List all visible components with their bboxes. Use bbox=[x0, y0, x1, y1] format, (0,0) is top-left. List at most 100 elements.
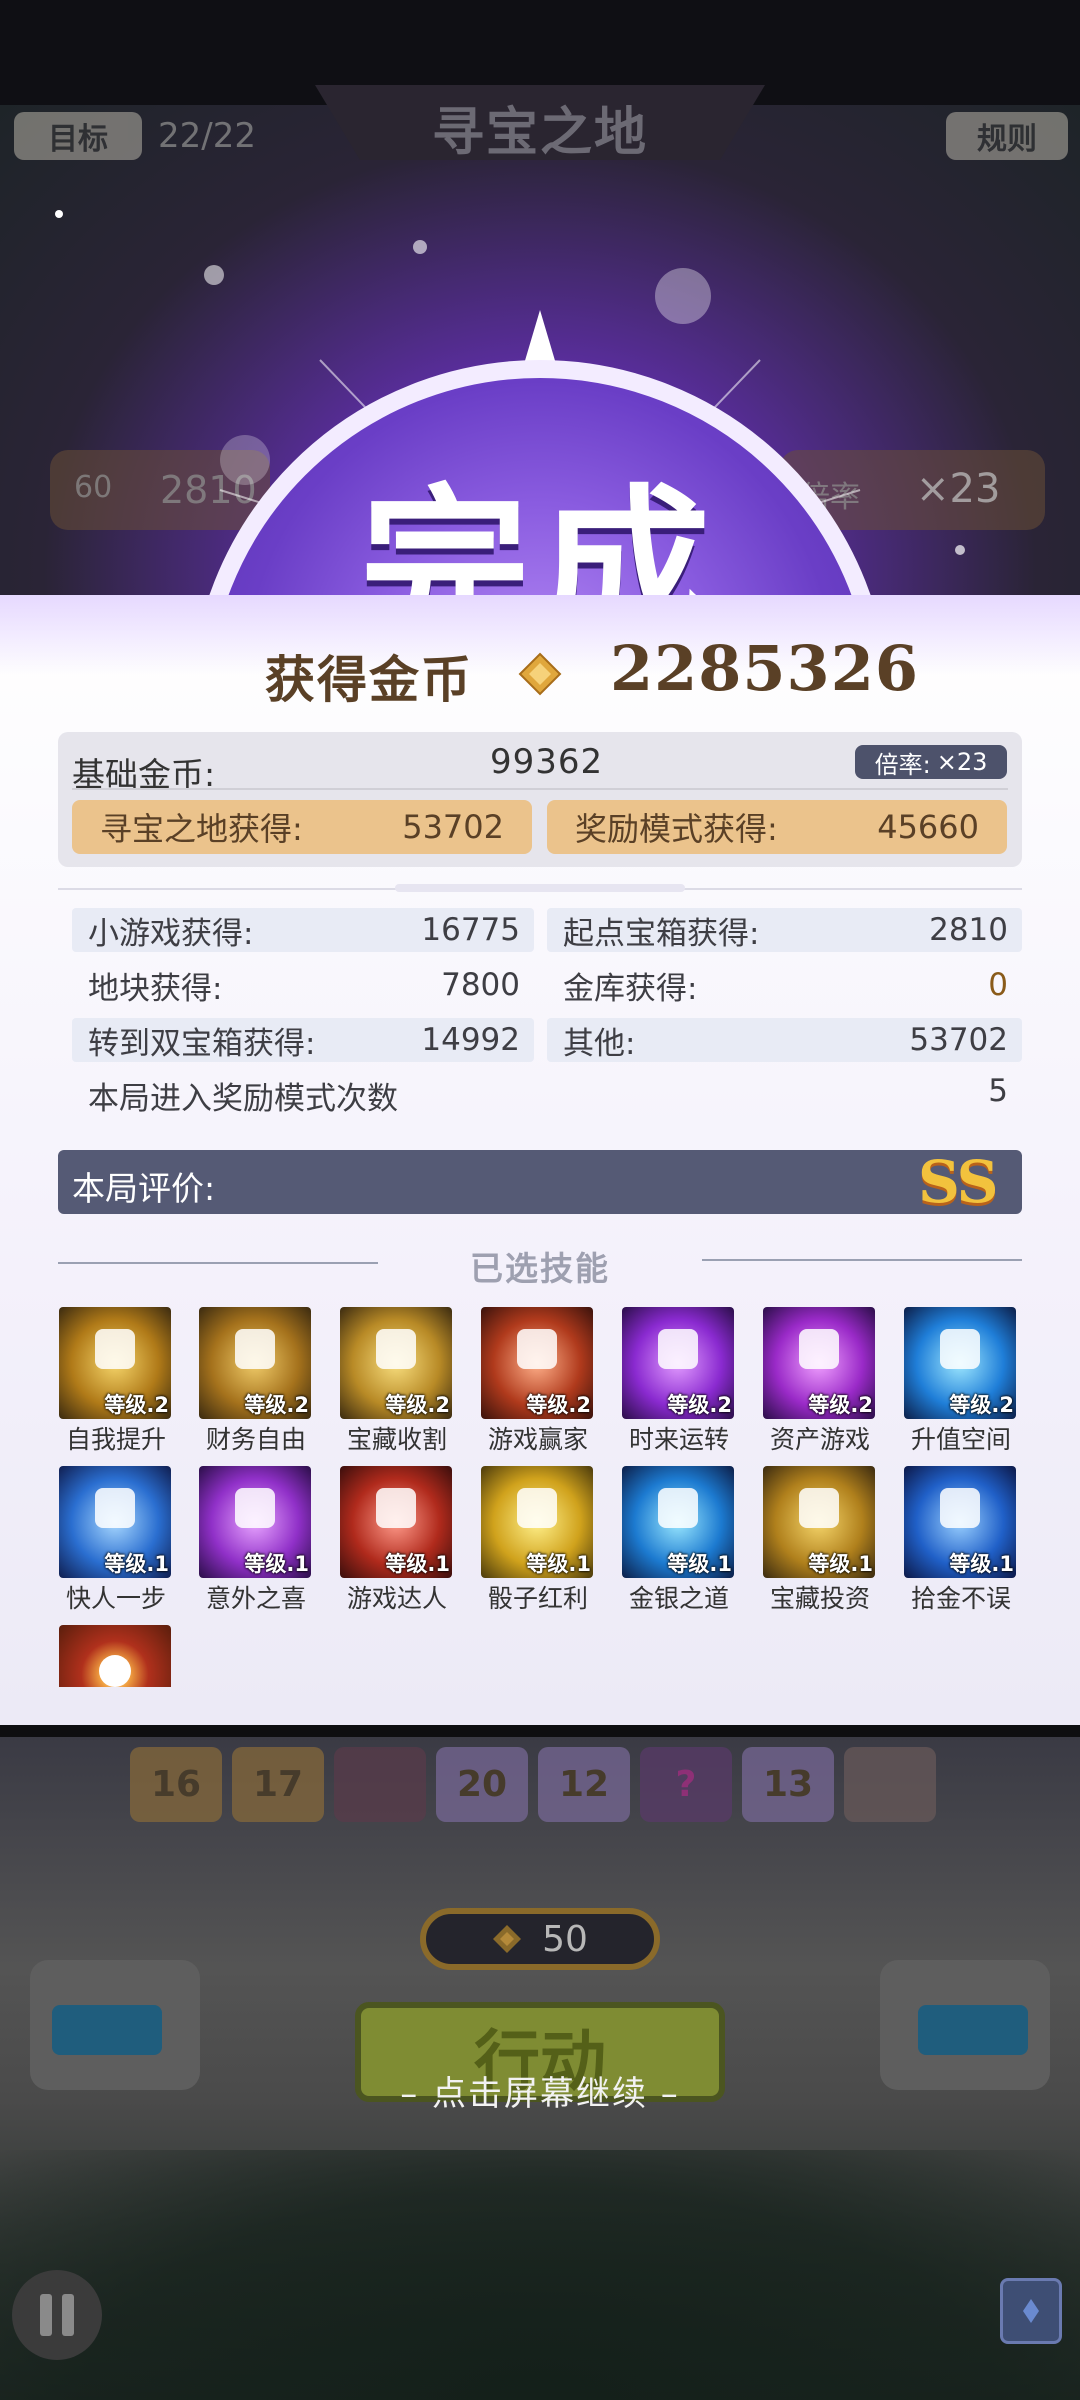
treasure-value: 53702 bbox=[402, 808, 504, 846]
tap-to-continue[interactable]: – 点击屏幕继续 – bbox=[0, 2066, 1080, 2115]
skill-glyph-icon bbox=[95, 1329, 135, 1369]
rate-badge: 倍率: ×23 bbox=[855, 745, 1007, 779]
skill-name: 快人一步 bbox=[65, 1584, 166, 1613]
stat-value: 16775 bbox=[421, 912, 520, 948]
stat-value: 53702 bbox=[909, 1022, 1008, 1058]
stage-title: 寻宝之地 bbox=[431, 103, 648, 163]
skill-glyph-icon bbox=[940, 1488, 980, 1528]
skill-glyph-icon bbox=[376, 1488, 416, 1528]
sparkle bbox=[955, 545, 965, 555]
skill-item[interactable]: 等级.2 时来运转 bbox=[622, 1307, 736, 1456]
coins-total: 2285326 bbox=[610, 632, 919, 705]
skill-name: 资产游戏 bbox=[769, 1425, 870, 1454]
board-tile bbox=[844, 1747, 936, 1822]
stat-label: 转到双宝箱获得: bbox=[88, 1025, 316, 1062]
skill-glyph-icon bbox=[235, 1488, 275, 1528]
rules-button[interactable]: 规则 bbox=[946, 112, 1068, 160]
stat-label: 地块获得: bbox=[88, 970, 223, 1007]
stat-label: 小游戏获得: bbox=[88, 915, 254, 952]
base-coins-value: 99362 bbox=[490, 742, 604, 782]
stat-value: 14992 bbox=[421, 1022, 520, 1058]
skill-level: 等级.2 bbox=[526, 1393, 591, 1417]
stat-value: 2810 bbox=[929, 912, 1008, 948]
skill-level: 等级.1 bbox=[949, 1552, 1014, 1576]
goal-button[interactable]: 目标 bbox=[14, 112, 142, 160]
skill-item[interactable]: 等级.2 资产游戏 bbox=[763, 1307, 877, 1456]
skill-icon: 等级.2 bbox=[59, 1307, 171, 1419]
machine-screen bbox=[918, 2005, 1028, 2055]
skill-item[interactable]: 等级.2 升值空间 bbox=[904, 1307, 1018, 1456]
skill-glyph-icon bbox=[940, 1329, 980, 1369]
skill-icon: 等级.1 bbox=[59, 1466, 171, 1578]
skill-item[interactable]: 等级.2 游戏赢家 bbox=[481, 1307, 595, 1456]
skill-level: 等级.1 bbox=[667, 1552, 732, 1576]
skill-glyph-icon bbox=[799, 1329, 839, 1369]
skill-item[interactable]: 等级.1 快人一步 bbox=[59, 1466, 173, 1615]
skill-icon: 等级.1 bbox=[481, 1466, 593, 1578]
coin-icon bbox=[493, 1925, 522, 1953]
skill-item[interactable]: 等级.1 拾金不误 bbox=[904, 1466, 1018, 1615]
skills-title: 已选技能 bbox=[470, 1249, 610, 1288]
gold-coin-icon bbox=[518, 652, 562, 696]
skill-icon: 等级.1 bbox=[622, 1466, 734, 1578]
skill-level: 等级.1 bbox=[808, 1552, 873, 1576]
goal-progress: 22/22 bbox=[158, 116, 256, 156]
skill-name: 游戏赢家 bbox=[487, 1425, 588, 1454]
board-tile: 16 bbox=[130, 1747, 222, 1822]
skill-level: 等级.2 bbox=[667, 1393, 732, 1417]
skill-item[interactable]: 等级.1 意外之喜 bbox=[199, 1466, 313, 1615]
evaluation-grade: SS bbox=[918, 1148, 998, 1216]
skill-name: 自我提升 bbox=[65, 1425, 166, 1454]
skill-icon: 等级.1 bbox=[763, 1466, 875, 1578]
divider bbox=[72, 788, 1008, 790]
skill-icon: 等级.1 bbox=[340, 1466, 452, 1578]
skill-level: 等级.1 bbox=[385, 1552, 450, 1576]
rate-label: 倍率: bbox=[874, 750, 931, 779]
goal-label: 目标 bbox=[48, 122, 108, 157]
card-deck-button[interactable] bbox=[1000, 2278, 1062, 2344]
skill-item[interactable]: 等级.1 骰子红利 bbox=[481, 1466, 595, 1615]
skill-item-partial[interactable] bbox=[59, 1625, 171, 1687]
skill-item[interactable]: 等级.1 宝藏投资 bbox=[763, 1466, 877, 1615]
divider-line bbox=[702, 1259, 1022, 1261]
skill-name: 升值空间 bbox=[910, 1425, 1011, 1454]
skill-glyph-icon bbox=[95, 1488, 135, 1528]
skill-level: 等级.1 bbox=[104, 1552, 169, 1576]
right-plate-value: ×23 bbox=[916, 466, 1001, 512]
skill-level: 等级.2 bbox=[808, 1393, 873, 1417]
board-tile: 20 bbox=[436, 1747, 528, 1822]
skill-item[interactable]: 等级.1 游戏达人 bbox=[340, 1466, 454, 1615]
stat-reward-times: 本局进入奖励模式次数 5 bbox=[72, 1073, 1022, 1118]
stat-double-chest: 转到双宝箱获得: 14992 bbox=[72, 1018, 534, 1062]
pause-icon bbox=[40, 2294, 52, 2336]
stat-minigame: 小游戏获得: 16775 bbox=[72, 908, 534, 952]
skill-level: 等级.2 bbox=[244, 1393, 309, 1417]
skill-level: 等级.2 bbox=[385, 1393, 450, 1417]
stat-label: 其他: bbox=[563, 1025, 636, 1062]
divider-line bbox=[58, 1262, 378, 1264]
skill-glyph-icon bbox=[658, 1329, 698, 1369]
pause-button[interactable] bbox=[12, 2270, 102, 2360]
stat-vault: 金库获得: 0 bbox=[547, 963, 1022, 1007]
machine-screen bbox=[52, 2005, 162, 2055]
stat-label: 金库获得: bbox=[563, 970, 698, 1007]
skill-icon: 等级.2 bbox=[481, 1307, 593, 1419]
skill-icon: 等级.2 bbox=[199, 1307, 311, 1419]
skill-name: 财务自由 bbox=[205, 1425, 306, 1454]
skill-icon: 等级.2 bbox=[904, 1307, 1016, 1419]
skill-item[interactable]: 等级.1 金银之道 bbox=[622, 1466, 736, 1615]
left-plate-icon-text: 60 bbox=[74, 470, 113, 505]
rate-value: ×23 bbox=[936, 748, 988, 776]
skill-name: 金银之道 bbox=[628, 1584, 729, 1613]
skill-item[interactable]: 等级.2 财务自由 bbox=[199, 1307, 313, 1456]
skill-glyph-icon bbox=[376, 1329, 416, 1369]
stat-label: 本局进入奖励模式次数 bbox=[88, 1081, 398, 1117]
skill-item[interactable]: 等级.2 自我提升 bbox=[59, 1307, 173, 1456]
pause-icon bbox=[62, 2294, 74, 2336]
skill-icon: 等级.1 bbox=[904, 1466, 1016, 1578]
sparkle bbox=[55, 210, 63, 218]
skill-level: 等级.1 bbox=[526, 1552, 591, 1576]
skill-item[interactable]: 等级.2 宝藏收割 bbox=[340, 1307, 454, 1456]
treasure-pill: 寻宝之地获得: 53702 bbox=[72, 800, 532, 854]
dice-cost-pill: 50 bbox=[420, 1908, 660, 1970]
